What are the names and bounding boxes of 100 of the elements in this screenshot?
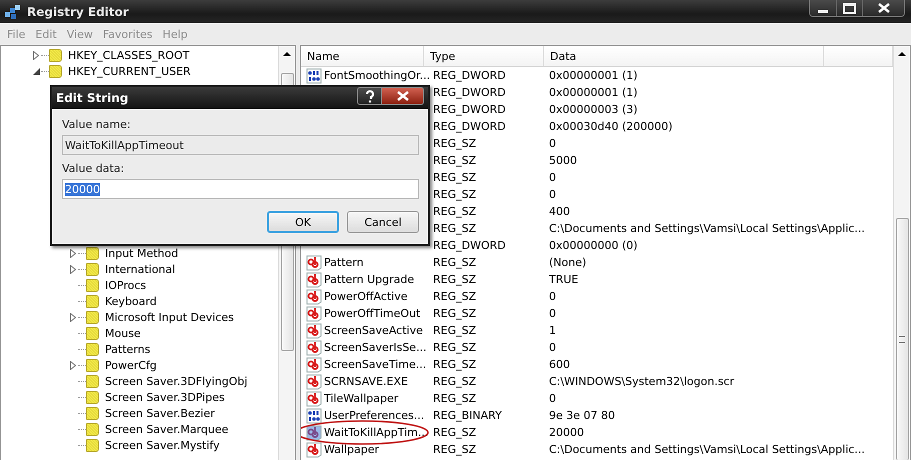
value-name[interactable]: FontSmoothingOr... [324,69,430,82]
maximize-icon [843,2,856,14]
value-name-field[interactable]: WaitToKillAppTimeout [62,135,419,155]
tree-item[interactable]: Screen Saver.3DPipes [105,390,225,404]
type-cell-text: REG_DWORD [432,85,507,101]
value-name[interactable]: PowerOffActive [324,290,408,303]
data-cell-text: 0 [548,391,557,407]
tree-item[interactable]: IOProcs [105,278,146,292]
tree-item[interactable]: International [105,262,176,276]
type-cell-text: REG_SZ [432,374,478,390]
folder-icon [86,262,99,276]
folder-icon [86,406,99,420]
close-button[interactable] [382,87,424,105]
folder-icon [86,390,99,404]
field-label: Value name: [62,118,132,131]
value-name[interactable]: ScreenSaveActive [324,324,423,337]
type-cell-text: REG_SZ [432,323,478,339]
close-icon [876,3,890,13]
value-name[interactable]: Pattern Upgrade [324,273,414,286]
data-cell-text: 0 [548,136,557,152]
folder-icon [49,64,62,78]
type-cell-text: REG_SZ [432,204,478,220]
value-name[interactable]: PowerOffTimeOut [324,307,420,320]
value-data-field[interactable]: 20000 [62,179,419,199]
data-cell-text: 0 [548,187,557,203]
value-name[interactable]: SCRNSAVE.EXE [324,375,408,388]
data-cell-text: 9e 3e 07 80 [548,408,616,424]
minimize-icon [818,10,828,12]
data-cell-text: 1 [548,323,557,339]
column-header[interactable]: Data [544,46,824,66]
tree-item[interactable]: Input Method [105,246,178,260]
minimize-button[interactable] [810,0,836,16]
data-cell-text: 0 [548,289,557,305]
type-cell-text: REG_SZ [432,357,478,373]
expand-arrow-icon[interactable] [70,248,76,258]
type-cell-text: REG_SZ [432,153,478,169]
window-title: Registry Editor [27,4,129,18]
type-cell-text: REG_SZ [432,340,478,356]
expand-arrow-icon[interactable] [70,360,76,370]
type-cell-text: REG_SZ [432,136,478,152]
data-cell-text: 0x00030d40 (200000) [548,119,674,135]
value-name[interactable]: UserPreferences... [324,409,424,422]
data-cell-text: (None) [548,255,588,271]
data-cell-text: 0x00000003 (3) [548,102,639,118]
selected-text: 20000 [65,182,100,196]
type-cell-text: REG_DWORD [432,102,507,118]
type-cell-text: REG_SZ [432,272,478,288]
tree-item[interactable]: Screen Saver.Marquee [105,422,228,436]
close-icon [396,91,410,101]
tree-item[interactable]: Screen Saver.Bezier [105,406,215,420]
tree-item[interactable]: HKEY_CLASSES_ROOT [68,48,190,62]
tree-item[interactable]: Microsoft Input Devices [105,310,234,324]
folder-icon [49,48,62,62]
data-cell-text: 0 [548,170,557,186]
folder-icon [86,246,99,260]
value-name[interactable]: ScreenSaverIsSe... [324,341,427,354]
column-header[interactable]: Type [424,46,544,66]
data-cell-text: 0 [548,340,557,356]
value-name[interactable]: TileWallpaper [324,392,398,405]
expand-arrow-icon[interactable] [70,312,76,322]
value-name[interactable]: ScreenSaveTime... [324,358,426,371]
folder-icon [86,422,99,436]
type-cell-text: REG_SZ [432,187,478,203]
maximize-button[interactable] [836,0,862,16]
data-cell-text: 0x00000001 (1) [548,68,639,84]
data-cell-text: 5000 [548,153,578,169]
data-cell-text: C:\Documents and Settings\Vamsi\Local Settings\Applic... [548,442,866,458]
folder-icon [86,294,99,308]
help-button[interactable] [357,87,382,105]
type-cell-text: REG_DWORD [432,238,507,254]
tree-item[interactable]: Screen Saver.Mystify [105,438,220,452]
value-name[interactable]: Pattern [324,256,364,269]
registry-cubes-icon [4,4,22,20]
data-cell-text: 0 [548,306,557,322]
data-cell-text: 600 [548,357,571,373]
type-cell-text: REG_SZ [432,289,478,305]
column-header[interactable]: Name [301,46,424,66]
folder-icon [86,358,99,372]
ok-button[interactable]: OK [267,211,339,233]
scrollbar[interactable] [893,46,910,460]
collapse-arrow-icon[interactable] [32,68,40,74]
data-cell-text: 0x00000001 (1) [548,85,639,101]
tree-item[interactable]: Keyboard [105,294,157,308]
cancel-button[interactable]: Cancel [347,211,419,233]
close-button[interactable] [862,0,904,16]
tree-item[interactable]: PowerCfg [105,358,157,372]
tree-item[interactable]: Patterns [105,342,150,356]
type-cell-text: REG_BINARY [432,408,503,424]
type-cell-text: REG_SZ [432,442,478,458]
expand-arrow-icon[interactable] [70,264,76,274]
folder-icon [86,374,99,388]
expand-arrow-icon[interactable] [33,50,39,60]
data-cell-text: 0x00000000 (0) [548,238,639,254]
folder-icon [86,438,99,452]
tree-item[interactable]: HKEY_CURRENT_USER [68,64,191,78]
folder-icon [86,278,99,292]
folder-icon [86,310,99,324]
tree-item[interactable]: Mouse [105,326,141,340]
value-name[interactable]: Wallpaper [324,443,380,456]
tree-item[interactable]: Screen Saver.3DFlyingObj [105,374,248,388]
